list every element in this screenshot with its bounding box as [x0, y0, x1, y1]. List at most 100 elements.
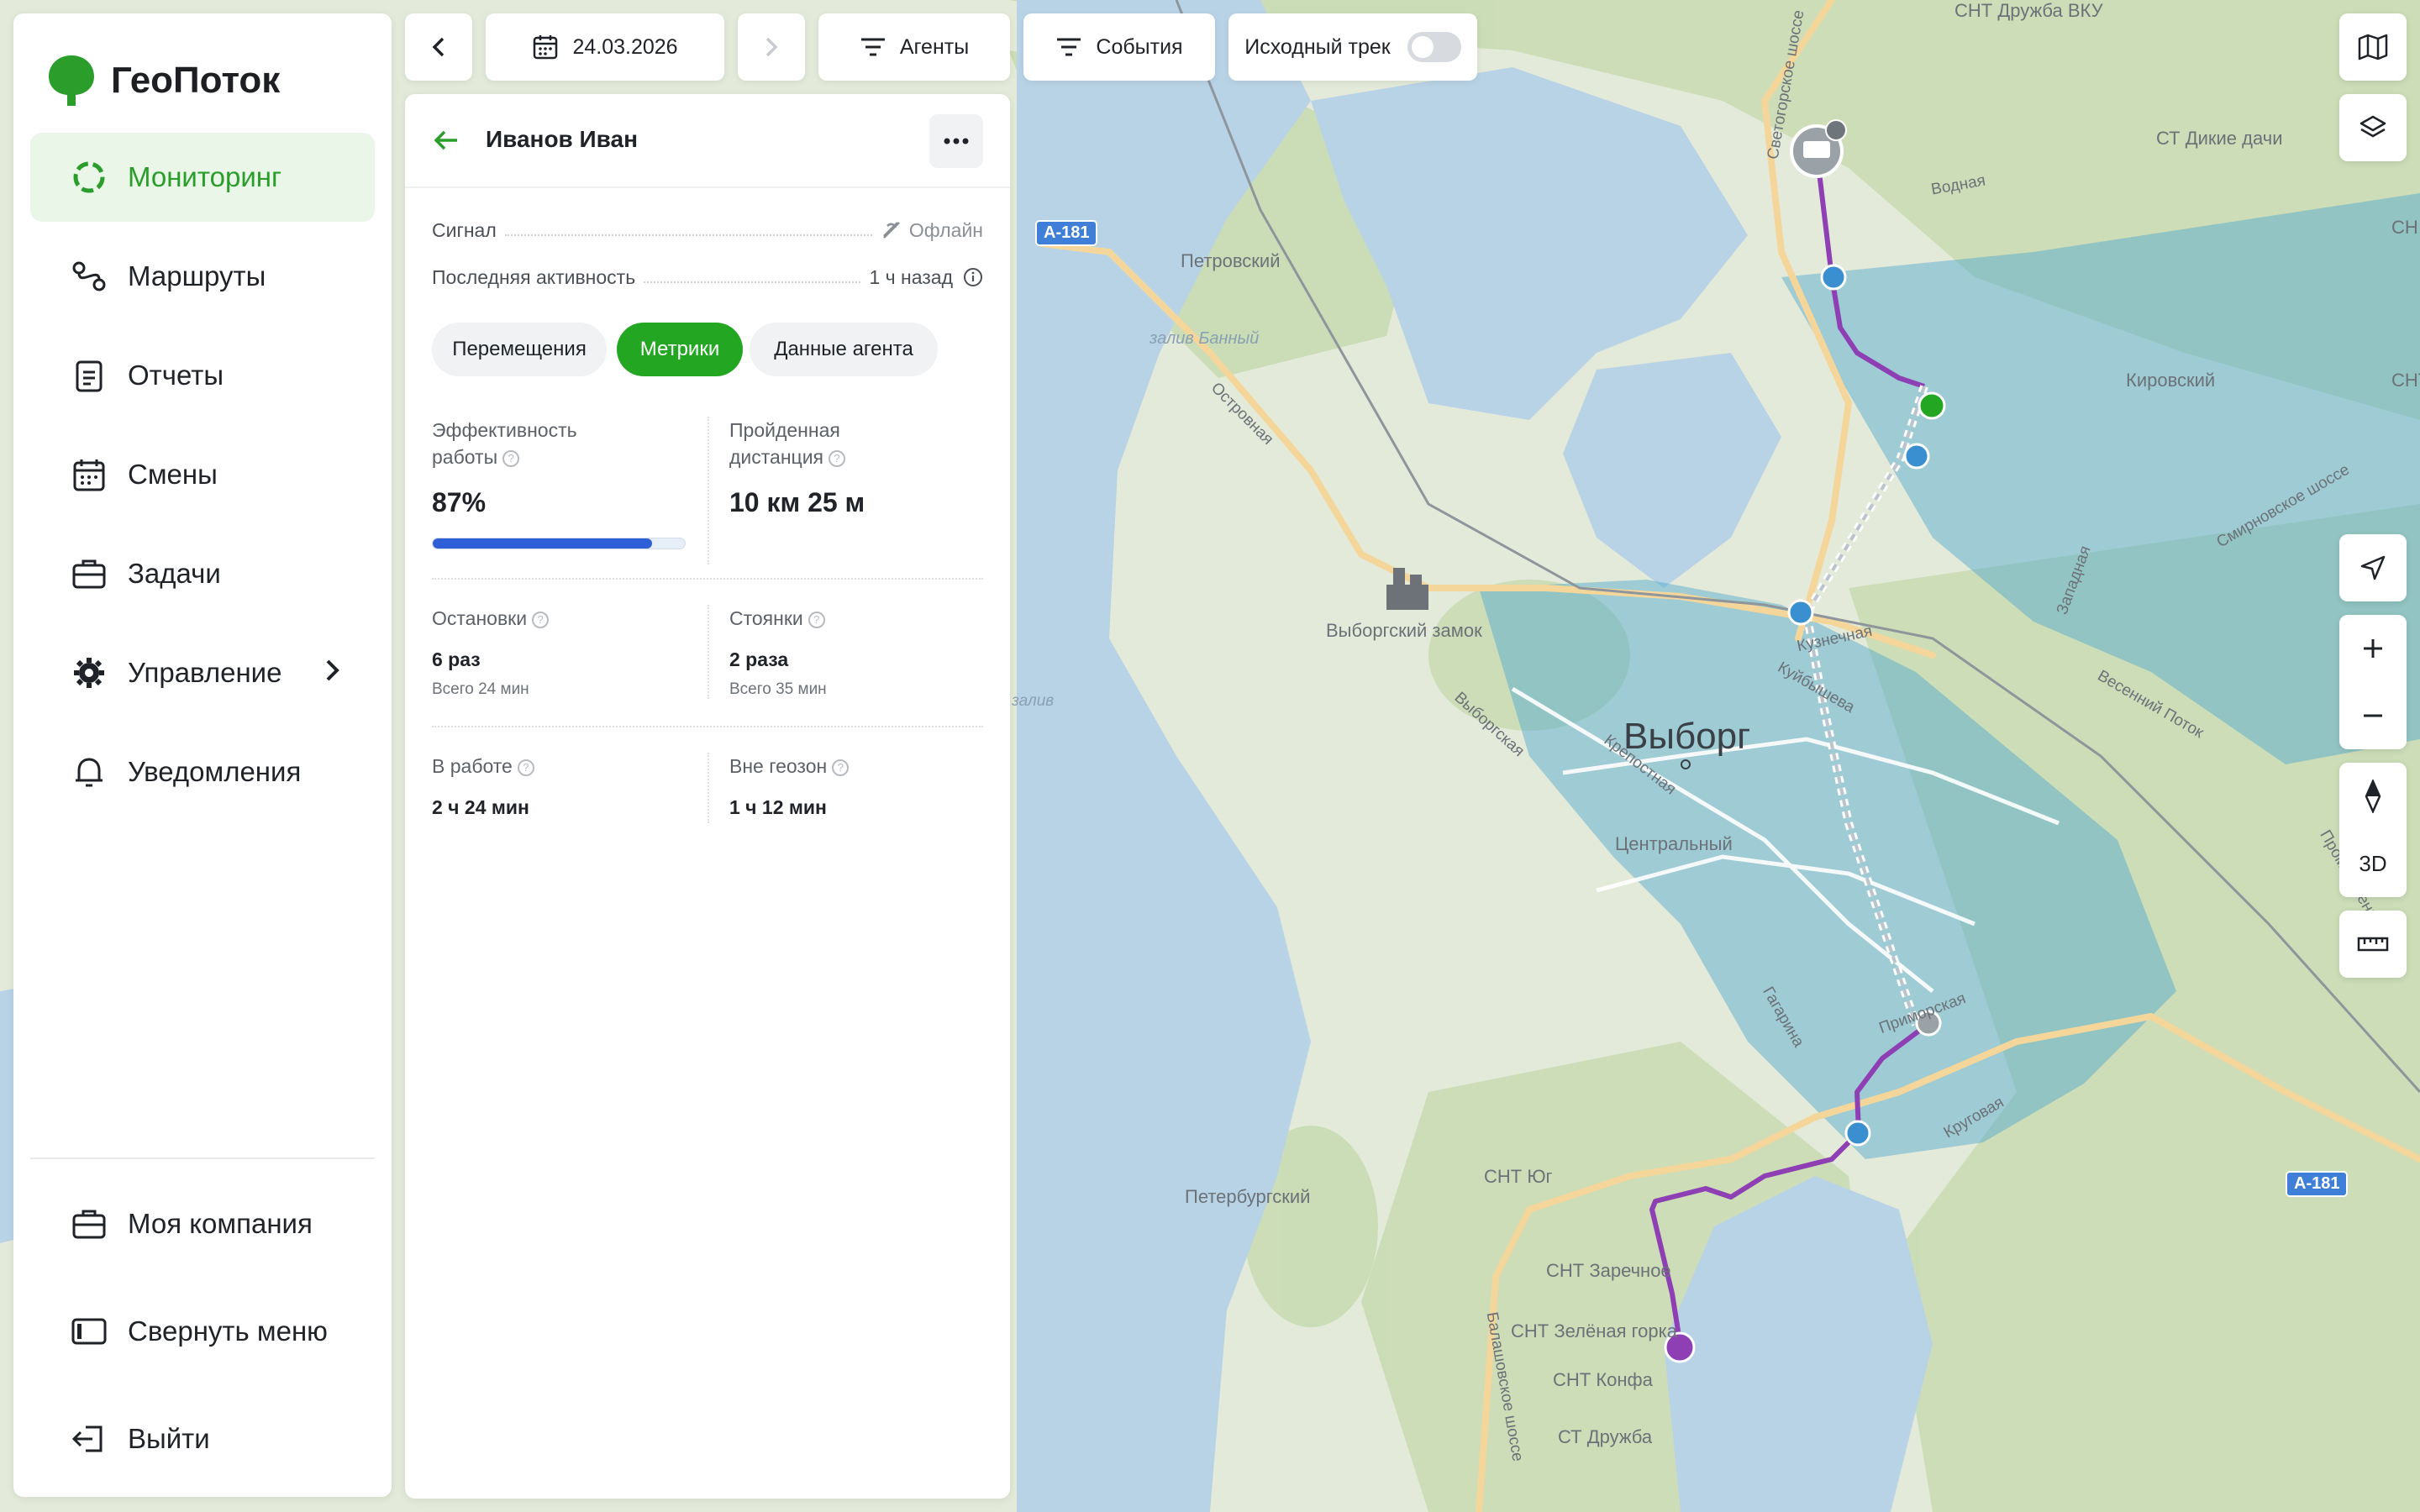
prev-date-button[interactable] — [405, 13, 472, 81]
distance-value: 10 км 25 м — [729, 487, 865, 517]
panel-header: Иванов Иван — [405, 94, 1010, 188]
parkings-label-text: Стоянки — [729, 607, 803, 629]
metrics-separator — [708, 605, 709, 699]
metrics-separator — [432, 726, 983, 727]
last-activity-label: Последняя активность — [432, 265, 636, 288]
stops-label-text: Остановки — [432, 607, 528, 629]
toggle-switch[interactable] — [1407, 32, 1461, 62]
date-picker[interactable]: 24.03.2026 — [486, 13, 724, 81]
filter-icon — [860, 36, 886, 58]
map-label: СНТ Конфа — [1553, 1369, 1653, 1390]
filter-icon — [1055, 36, 1082, 58]
bell-icon — [71, 753, 108, 790]
help-icon[interactable]: ? — [829, 449, 846, 467]
agents-filter-button[interactable]: Агенты — [818, 13, 1010, 81]
sidebar-item-label: Маршруты — [128, 260, 266, 291]
help-icon[interactable]: ? — [808, 611, 825, 628]
signal-value: Офлайн — [908, 218, 983, 241]
zoom-in-button[interactable] — [2339, 615, 2407, 682]
sidebar-item-collapse[interactable]: Свернуть меню — [30, 1287, 375, 1376]
signal-row: Сигнал Офлайн — [432, 215, 983, 245]
sidebar-item-reports[interactable]: Отчеты — [30, 331, 375, 420]
sidebar-item-label: Управление — [128, 657, 282, 688]
chevron-right-icon — [765, 37, 778, 57]
brand[interactable]: ГеоПоток — [47, 54, 280, 108]
plus-icon — [2364, 639, 2382, 658]
sidebar-item-shifts[interactable]: Смены — [30, 430, 375, 519]
sidebar-item-tasks[interactable]: Задачи — [30, 529, 375, 618]
locate-button[interactable] — [2339, 534, 2407, 601]
orientation-controls: 3D — [2339, 763, 2407, 897]
minus-icon — [2364, 714, 2382, 717]
last-activity-row: Последняя активность 1 ч назад — [432, 262, 983, 292]
map-label: Центральный — [1615, 833, 1733, 854]
sidebar-item-label: Мониторинг — [128, 161, 282, 192]
signal-offline-icon — [883, 222, 900, 239]
map-label: СНТ Зелёная горка — [1511, 1320, 1677, 1341]
help-icon[interactable]: ? — [532, 611, 550, 628]
map-label: залив — [1012, 692, 1055, 710]
sidebar-item-label: Выйти — [128, 1423, 210, 1454]
next-date-button[interactable] — [738, 13, 805, 81]
sidebar-item-management[interactable]: Управление — [30, 628, 375, 717]
info-icon[interactable] — [963, 267, 983, 287]
map-label: Петровский — [1181, 250, 1281, 271]
chevron-right-icon — [324, 657, 341, 689]
sidebar-item-label: Свернуть меню — [128, 1315, 328, 1347]
3d-button[interactable]: 3D — [2339, 830, 2407, 897]
back-arrow-icon[interactable] — [432, 126, 460, 158]
zoom-out-button[interactable] — [2339, 682, 2407, 749]
sidebar-item-monitoring[interactable]: Мониторинг — [30, 133, 375, 222]
stops-value: 6 раз — [432, 648, 481, 670]
outside-geozones-label-text: Вне геозон — [729, 755, 828, 777]
layers-button[interactable] — [2339, 94, 2407, 161]
events-filter-button[interactable]: События — [1023, 13, 1215, 81]
map-label: СНТ Дружба ВКУ — [1954, 0, 2103, 21]
map-view-button[interactable] — [2339, 13, 2407, 81]
monitoring-icon — [71, 159, 108, 196]
signal-label: Сигнал — [432, 218, 497, 241]
tab-movements[interactable]: Перемещения — [432, 323, 607, 376]
help-icon[interactable]: ? — [502, 449, 520, 467]
sidebar-divider — [30, 1158, 375, 1159]
compass-button[interactable] — [2339, 763, 2407, 830]
tab-metrics[interactable]: Метрики — [617, 323, 743, 376]
sidebar-item-notifications[interactable]: Уведомления — [30, 727, 375, 816]
map-icon — [2358, 34, 2388, 60]
map-label: СНТ Заречное — [1546, 1260, 1671, 1281]
last-activity-value: 1 ч назад — [869, 265, 953, 288]
road-badge: А-181 — [2286, 1171, 2349, 1197]
reports-icon — [71, 357, 108, 394]
calendar-icon — [71, 456, 108, 493]
zoom-controls — [2339, 615, 2407, 749]
briefcase-icon — [71, 1205, 108, 1242]
map-label: СТ Дикие дачи — [2156, 128, 2283, 149]
sidebar: ГеоПоток Мониторинг Маршруты Отчеты Смен… — [13, 13, 392, 1497]
stops-label: Остановки? — [432, 605, 550, 632]
sidebar-item-label: Задачи — [128, 558, 221, 589]
gear-icon — [71, 654, 108, 691]
routes-icon — [71, 258, 108, 295]
layers-icon — [2360, 115, 2386, 138]
working-label: В работе? — [432, 753, 534, 780]
source-track-toggle[interactable]: Исходный трек — [1228, 13, 1477, 81]
metrics-separator — [432, 578, 983, 580]
metrics-separator — [708, 753, 709, 823]
ruler-button[interactable] — [2339, 911, 2407, 978]
agents-filter-label: Агенты — [899, 34, 970, 59]
help-icon[interactable]: ? — [832, 759, 850, 776]
help-icon[interactable]: ? — [517, 759, 534, 776]
briefcase-icon — [71, 555, 108, 592]
working-label-text: В работе — [432, 755, 513, 777]
outside-geozones-value: 1 ч 12 мин — [729, 796, 827, 818]
sidebar-item-my-company[interactable]: Моя компания — [30, 1179, 375, 1268]
sidebar-item-routes[interactable]: Маршруты — [30, 232, 375, 321]
tab-agent-data[interactable]: Данные агента — [750, 323, 938, 376]
map-label: Кировский — [2126, 370, 2216, 391]
sidebar-item-logout[interactable]: Выйти — [30, 1394, 375, 1483]
map-label: СТ Дружба — [1558, 1426, 1653, 1447]
navigation-arrow-icon — [2360, 555, 2386, 580]
more-options-button[interactable] — [929, 114, 983, 168]
working-value: 2 ч 24 мин — [432, 796, 529, 818]
outside-geozones-label: Вне геозон? — [729, 753, 850, 780]
